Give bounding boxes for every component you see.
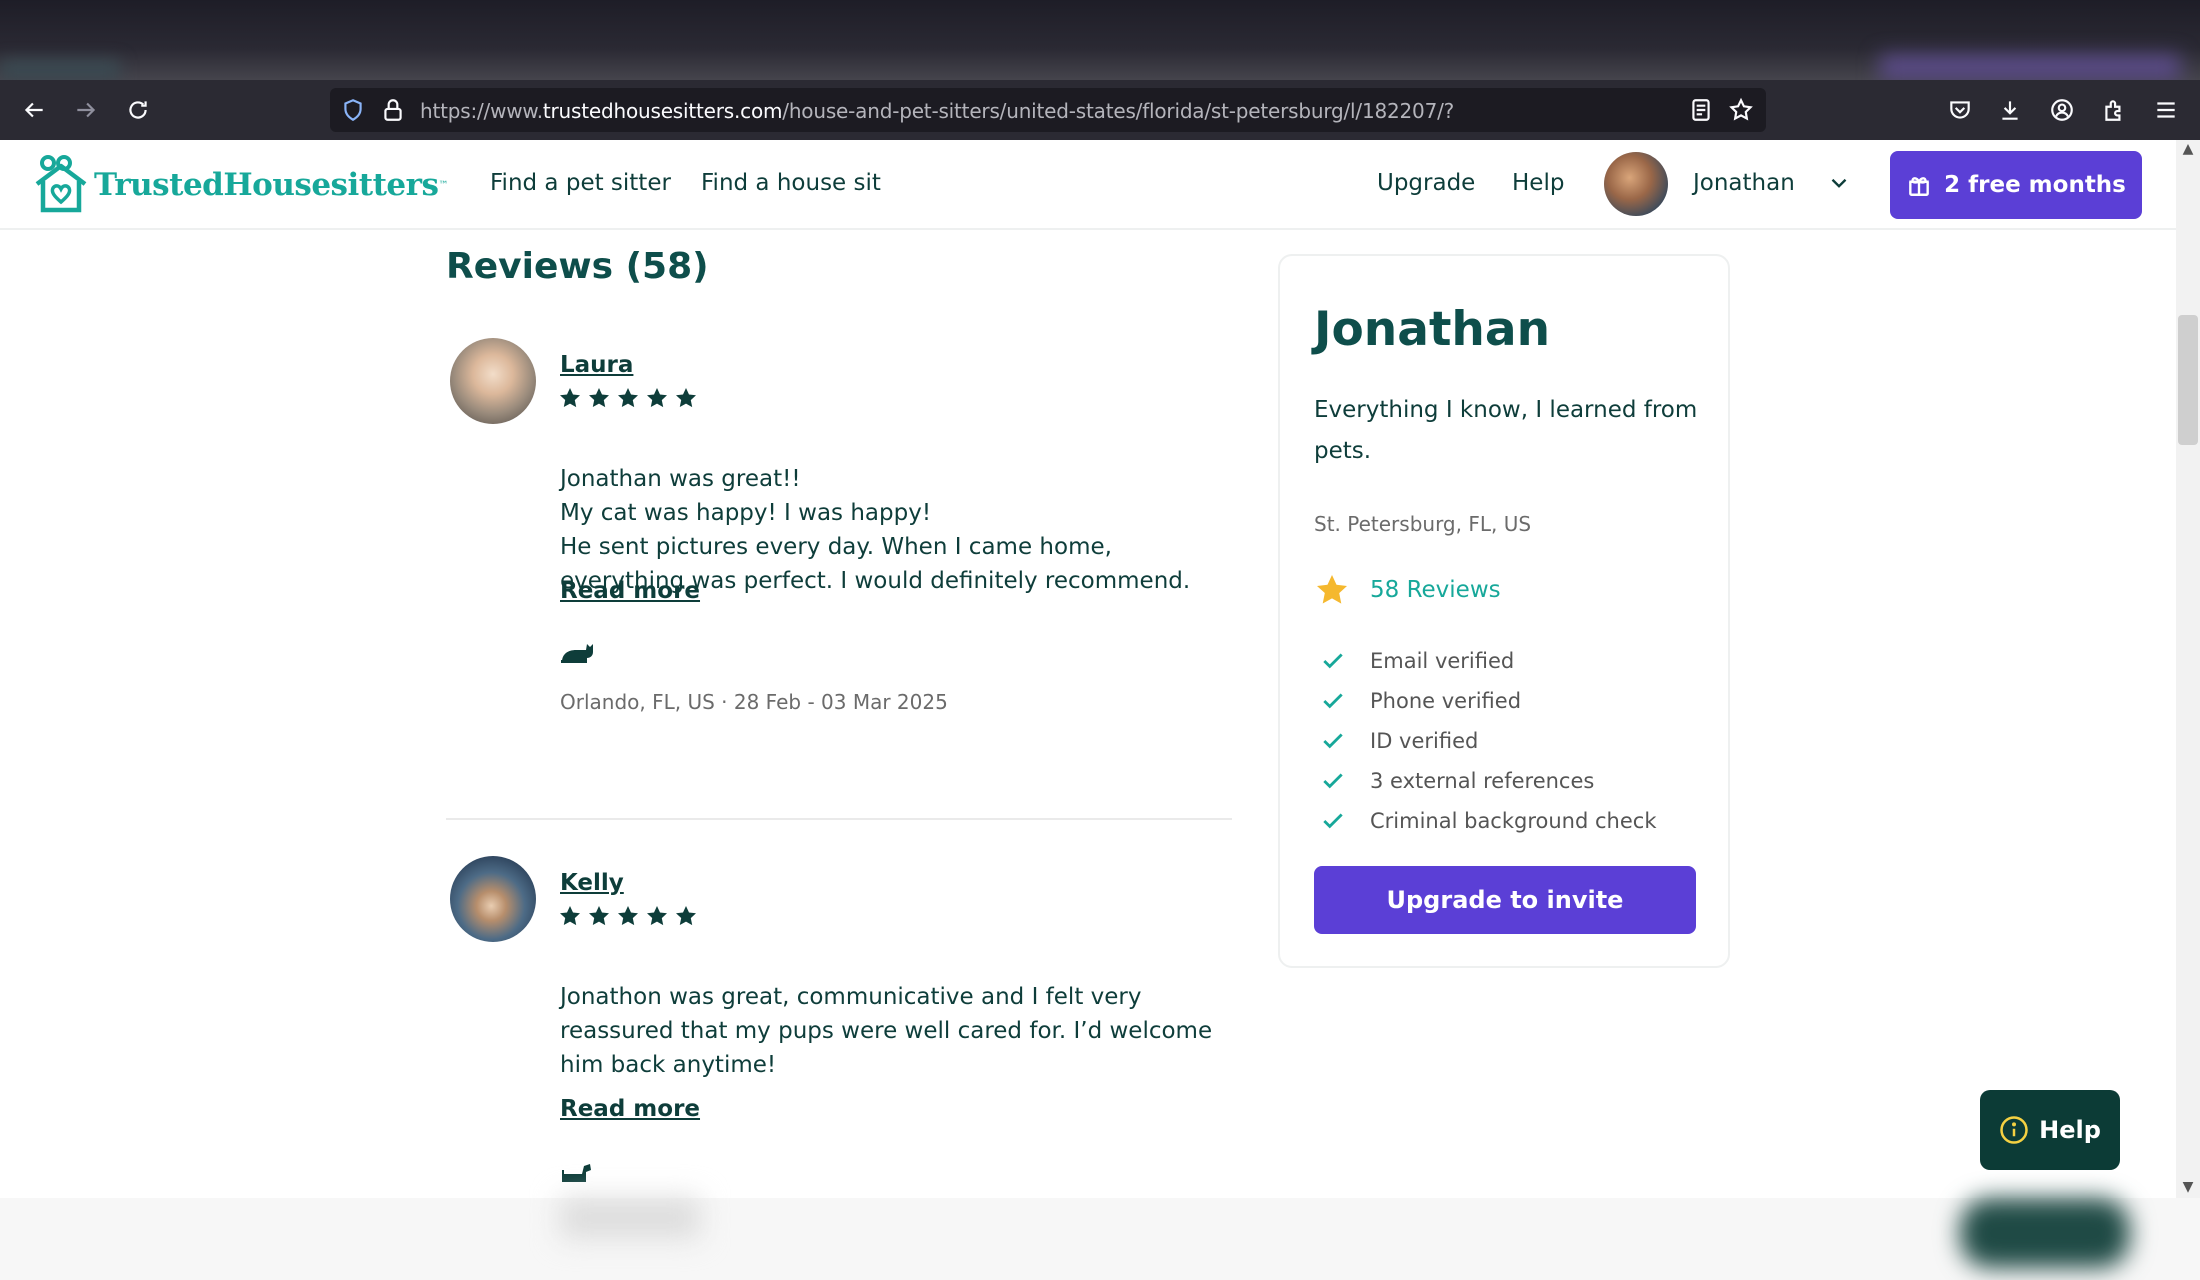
- info-icon: [2000, 1116, 2028, 1144]
- review-divider: [446, 818, 1232, 820]
- review-meta: Orlando, FL, US · 28 Feb - 03 Mar 2025: [560, 690, 948, 714]
- forward-arrow-icon[interactable]: [70, 94, 102, 126]
- reviewer-name[interactable]: Kelly: [560, 870, 624, 896]
- site-logo[interactable]: TrustedHousesitters ™: [32, 154, 448, 216]
- star-icon: [676, 388, 696, 408]
- star-icon: [647, 906, 667, 926]
- reviewer-avatar[interactable]: [450, 856, 536, 942]
- browser-toolbar: https://www.trustedhousesitters.com/hous…: [0, 80, 2200, 140]
- star-icon: [589, 906, 609, 926]
- verification-item: ID verified: [1320, 728, 1478, 754]
- check-icon: [1323, 733, 1343, 749]
- check-icon: [1323, 653, 1343, 669]
- screen-top-blur: [0, 0, 2200, 80]
- star-icon: [618, 388, 638, 408]
- lock-icon[interactable]: [380, 97, 406, 123]
- read-more-link[interactable]: Read more: [560, 1096, 700, 1122]
- star-icon: [676, 906, 696, 926]
- star-icon: [618, 906, 638, 926]
- chevron-down-icon[interactable]: [1826, 170, 1852, 196]
- download-icon[interactable]: [1994, 94, 2026, 126]
- reviewer-avatar[interactable]: [450, 338, 536, 424]
- review-item: Kelly Jonathon was great, communicative …: [446, 856, 1232, 1198]
- dog-icon: [560, 1158, 594, 1184]
- scroll-down-arrow-icon[interactable]: ▼: [2181, 1180, 2195, 1194]
- verification-item: Email verified: [1320, 648, 1514, 674]
- user-avatar[interactable]: [1604, 152, 1668, 216]
- star-icon: [589, 388, 609, 408]
- check-icon: [1323, 813, 1343, 829]
- reviews-count-link[interactable]: 58 Reviews: [1370, 577, 1501, 603]
- shield-icon[interactable]: [340, 97, 366, 123]
- nav-find-house-sit[interactable]: Find a house sit: [701, 170, 881, 196]
- scrollbar-thumb[interactable]: [2178, 315, 2198, 445]
- check-icon: [1323, 773, 1343, 789]
- nav-find-pet-sitter[interactable]: Find a pet sitter: [490, 170, 671, 196]
- verification-item: Phone verified: [1320, 688, 1521, 714]
- screen-bottom-blur: [0, 1198, 2200, 1280]
- reviewer-name[interactable]: Laura: [560, 352, 633, 378]
- page-viewport: TrustedHousesitters ™ Find a pet sitter F…: [0, 140, 2176, 1198]
- check-icon: [1323, 693, 1343, 709]
- sitter-profile-card: Jonathan Everything I know, I learned fr…: [1278, 254, 1730, 968]
- site-header: TrustedHousesitters ™ Find a pet sitter F…: [0, 140, 2176, 230]
- account-icon[interactable]: [2046, 94, 2078, 126]
- url-bar[interactable]: https://www.trustedhousesitters.com/hous…: [330, 88, 1766, 132]
- bookmark-star-icon[interactable]: [1728, 97, 1754, 123]
- verification-item: Criminal background check: [1320, 808, 1656, 834]
- star-icon: [1317, 575, 1347, 604]
- sitter-location: St. Petersburg, FL, US: [1314, 512, 1532, 536]
- reload-icon[interactable]: [122, 94, 154, 126]
- star-icon: [560, 388, 580, 408]
- star-rating: [558, 386, 698, 410]
- url-text[interactable]: https://www.trustedhousesitters.com/hous…: [420, 99, 1454, 123]
- page-scrollbar[interactable]: ▲ ▼: [2176, 140, 2200, 1198]
- gift-icon: [1909, 177, 1929, 196]
- logo-text: TrustedHousesitters: [94, 167, 439, 203]
- back-arrow-icon[interactable]: [18, 94, 50, 126]
- nav-help[interactable]: Help: [1512, 170, 1564, 196]
- menu-icon[interactable]: [2150, 94, 2182, 126]
- review-text: Jonathon was great, communicative and I …: [560, 984, 1213, 1078]
- user-menu-name[interactable]: Jonathan: [1693, 170, 1795, 196]
- free-months-button[interactable]: 2 free months: [1890, 151, 2142, 219]
- star-rating: [558, 904, 698, 928]
- cat-icon: [560, 638, 594, 664]
- star-icon: [647, 388, 667, 408]
- scroll-up-arrow-icon[interactable]: ▲: [2181, 142, 2195, 156]
- house-heart-logo-icon: [35, 155, 87, 213]
- review-item: Laura Jonathan was great!! My cat was ha…: [446, 338, 1232, 808]
- pocket-icon[interactable]: [1944, 94, 1976, 126]
- reviews-heading: Reviews (58): [446, 246, 709, 287]
- sitter-name: Jonathan: [1314, 302, 1551, 357]
- extensions-icon[interactable]: [2098, 94, 2130, 126]
- star-icon: [560, 906, 580, 926]
- sitter-rating[interactable]: 58 Reviews: [1314, 572, 1501, 608]
- reader-view-icon[interactable]: [1688, 97, 1714, 123]
- sitter-tagline: Everything I know, I learned from pets.: [1314, 397, 1698, 464]
- upgrade-to-invite-button[interactable]: Upgrade to invite: [1314, 866, 1696, 934]
- read-more-link[interactable]: Read more: [560, 578, 700, 604]
- nav-upgrade[interactable]: Upgrade: [1377, 170, 1475, 196]
- help-widget-button[interactable]: Help: [1980, 1090, 2120, 1170]
- verification-item: 3 external references: [1320, 768, 1594, 794]
